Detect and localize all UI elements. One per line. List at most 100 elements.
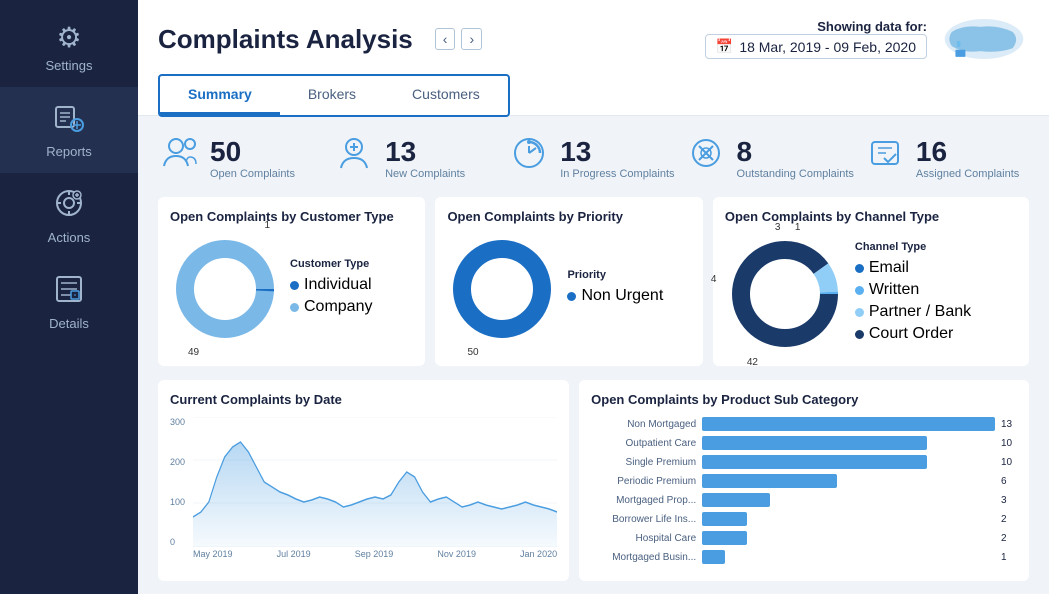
individual-label: Individual [304,276,372,294]
bar-value: 1 [1001,552,1017,563]
stat-open-label: Open Complaints [210,168,295,180]
sidebar-item-actions-label: Actions [48,230,91,245]
date-range: 📅 18 Mar, 2019 - 09 Feb, 2020 [705,34,927,59]
pr-legend-nonurgent: Non Urgent [567,287,663,305]
company-label: Company [304,298,372,316]
bar-value: 2 [1001,514,1017,525]
nonurgent-label: Non Urgent [581,287,663,305]
sidebar-item-settings-label: Settings [46,58,93,73]
details-icon [53,273,85,310]
bar-value: 13 [1001,419,1017,430]
bar-row: Hospital Care2 [591,531,1017,545]
nav-arrows: ‹ › [435,28,482,50]
bar-value: 6 [1001,476,1017,487]
channel-title: Open Complaints by Channel Type [725,209,1017,224]
bar-fill [702,417,995,431]
x-nov: Nov 2019 [437,549,476,559]
actions-icon [53,187,85,224]
bar-row: Single Premium 10 [591,455,1017,469]
bar-track [702,436,995,450]
sidebar-item-details[interactable]: Details [0,259,138,345]
donut-pr-bottom: 50 [467,347,478,358]
bar-track [702,531,995,545]
stat-inprogress: 13 In Progress Complaints [508,132,674,183]
y-200: 200 [170,457,185,467]
bar-fill [702,493,770,507]
bar-row: Mortgaged Prop...3 [591,493,1017,507]
sidebar: ⚙ Settings Reports [0,0,138,594]
stat-inprogress-label: In Progress Complaints [560,168,674,180]
new-complaints-icon [333,132,375,183]
customer-type-chart: Open Complaints by Customer Type 1 49 Cu… [158,197,425,366]
ch-legend-title: Channel Type [855,241,971,253]
bar-label: Mortgaged Busin... [591,552,696,563]
stat-new-number: 13 [385,136,465,168]
pr-legend-title: Priority [567,269,663,281]
stats-row: 50 Open Complaints 13 New Complaints [158,132,1029,183]
y-axis-labels: 300 200 100 0 [170,417,189,547]
donut-ct-bottom: 49 [188,347,199,358]
bar-chart-panel: Open Complaints by Product Sub Category … [579,380,1029,581]
bar-fill [702,512,747,526]
page-title: Complaints Analysis [158,24,413,55]
tab-summary[interactable]: Summary [160,76,280,115]
open-complaints-icon [158,132,200,183]
content-area: 50 Open Complaints 13 New Complaints [138,116,1049,594]
x-jan: Jan 2020 [520,549,557,559]
bar-label: Non Mortgaged [591,419,696,430]
bar-fill [702,455,927,469]
stat-new-label: New Complaints [385,168,465,180]
y-300: 300 [170,417,185,427]
tab-brokers[interactable]: Brokers [280,76,384,115]
donut-ct-top: 1 [264,220,270,231]
bar-row: Mortgaged Busin... 1 [591,550,1017,564]
bar-track [702,474,995,488]
sidebar-item-details-label: Details [49,316,89,331]
sidebar-item-settings[interactable]: ⚙ Settings [0,10,138,87]
tabs: Summary Brokers Customers [160,76,508,115]
bar-fill [702,531,747,545]
stat-new: 13 New Complaints [333,132,498,183]
bar-label: Outpatient Care [591,438,696,449]
line-chart-svg [193,417,557,547]
ch-legend-partner: Partner / Bank [855,303,971,321]
partner-label: Partner / Bank [869,303,971,321]
bar-value: 10 [1001,457,1017,468]
stat-outstanding-label: Outstanding Complaints [737,168,854,180]
inprogress-icon [508,132,550,183]
outstanding-icon [685,132,727,183]
stat-outstanding: 8 Outstanding Complaints [685,132,854,183]
next-arrow[interactable]: › [461,28,482,50]
ch-legend-written: Written [855,281,971,299]
donut-ch-topleft: 3 [775,222,781,233]
court-label: Court Order [869,325,953,343]
bar-row: Non Mortgaged 13 [591,417,1017,431]
header: Complaints Analysis ‹ › Showing data for… [138,0,1049,116]
bar-value: 2 [1001,533,1017,544]
stat-open: 50 Open Complaints [158,132,323,183]
bar-track [702,512,995,526]
priority-title: Open Complaints by Priority [447,209,690,224]
tab-customers[interactable]: Customers [384,76,508,115]
showing-label: Showing data for: [705,19,927,34]
bar-fill [702,474,837,488]
bar-value: 10 [1001,438,1017,449]
email-label: Email [869,259,909,277]
prev-arrow[interactable]: ‹ [435,28,456,50]
us-map [939,14,1029,64]
stat-outstanding-number: 8 [737,136,854,168]
partner-dot [855,308,864,317]
email-dot [855,264,864,273]
settings-icon: ⚙ [56,24,81,52]
sidebar-item-reports[interactable]: Reports [0,87,138,173]
donut-ch-topright: 1 [795,222,801,233]
x-axis-labels: May 2019 Jul 2019 Sep 2019 Nov 2019 Jan … [193,547,557,559]
individual-dot [290,281,299,290]
bar-label: Single Premium [591,457,696,468]
bar-track [702,493,995,507]
nonurgent-dot [567,292,576,301]
bar-track [702,455,995,469]
sidebar-item-actions[interactable]: Actions [0,173,138,259]
bar-fill [702,436,927,450]
ct-legend-individual: Individual [290,276,372,294]
